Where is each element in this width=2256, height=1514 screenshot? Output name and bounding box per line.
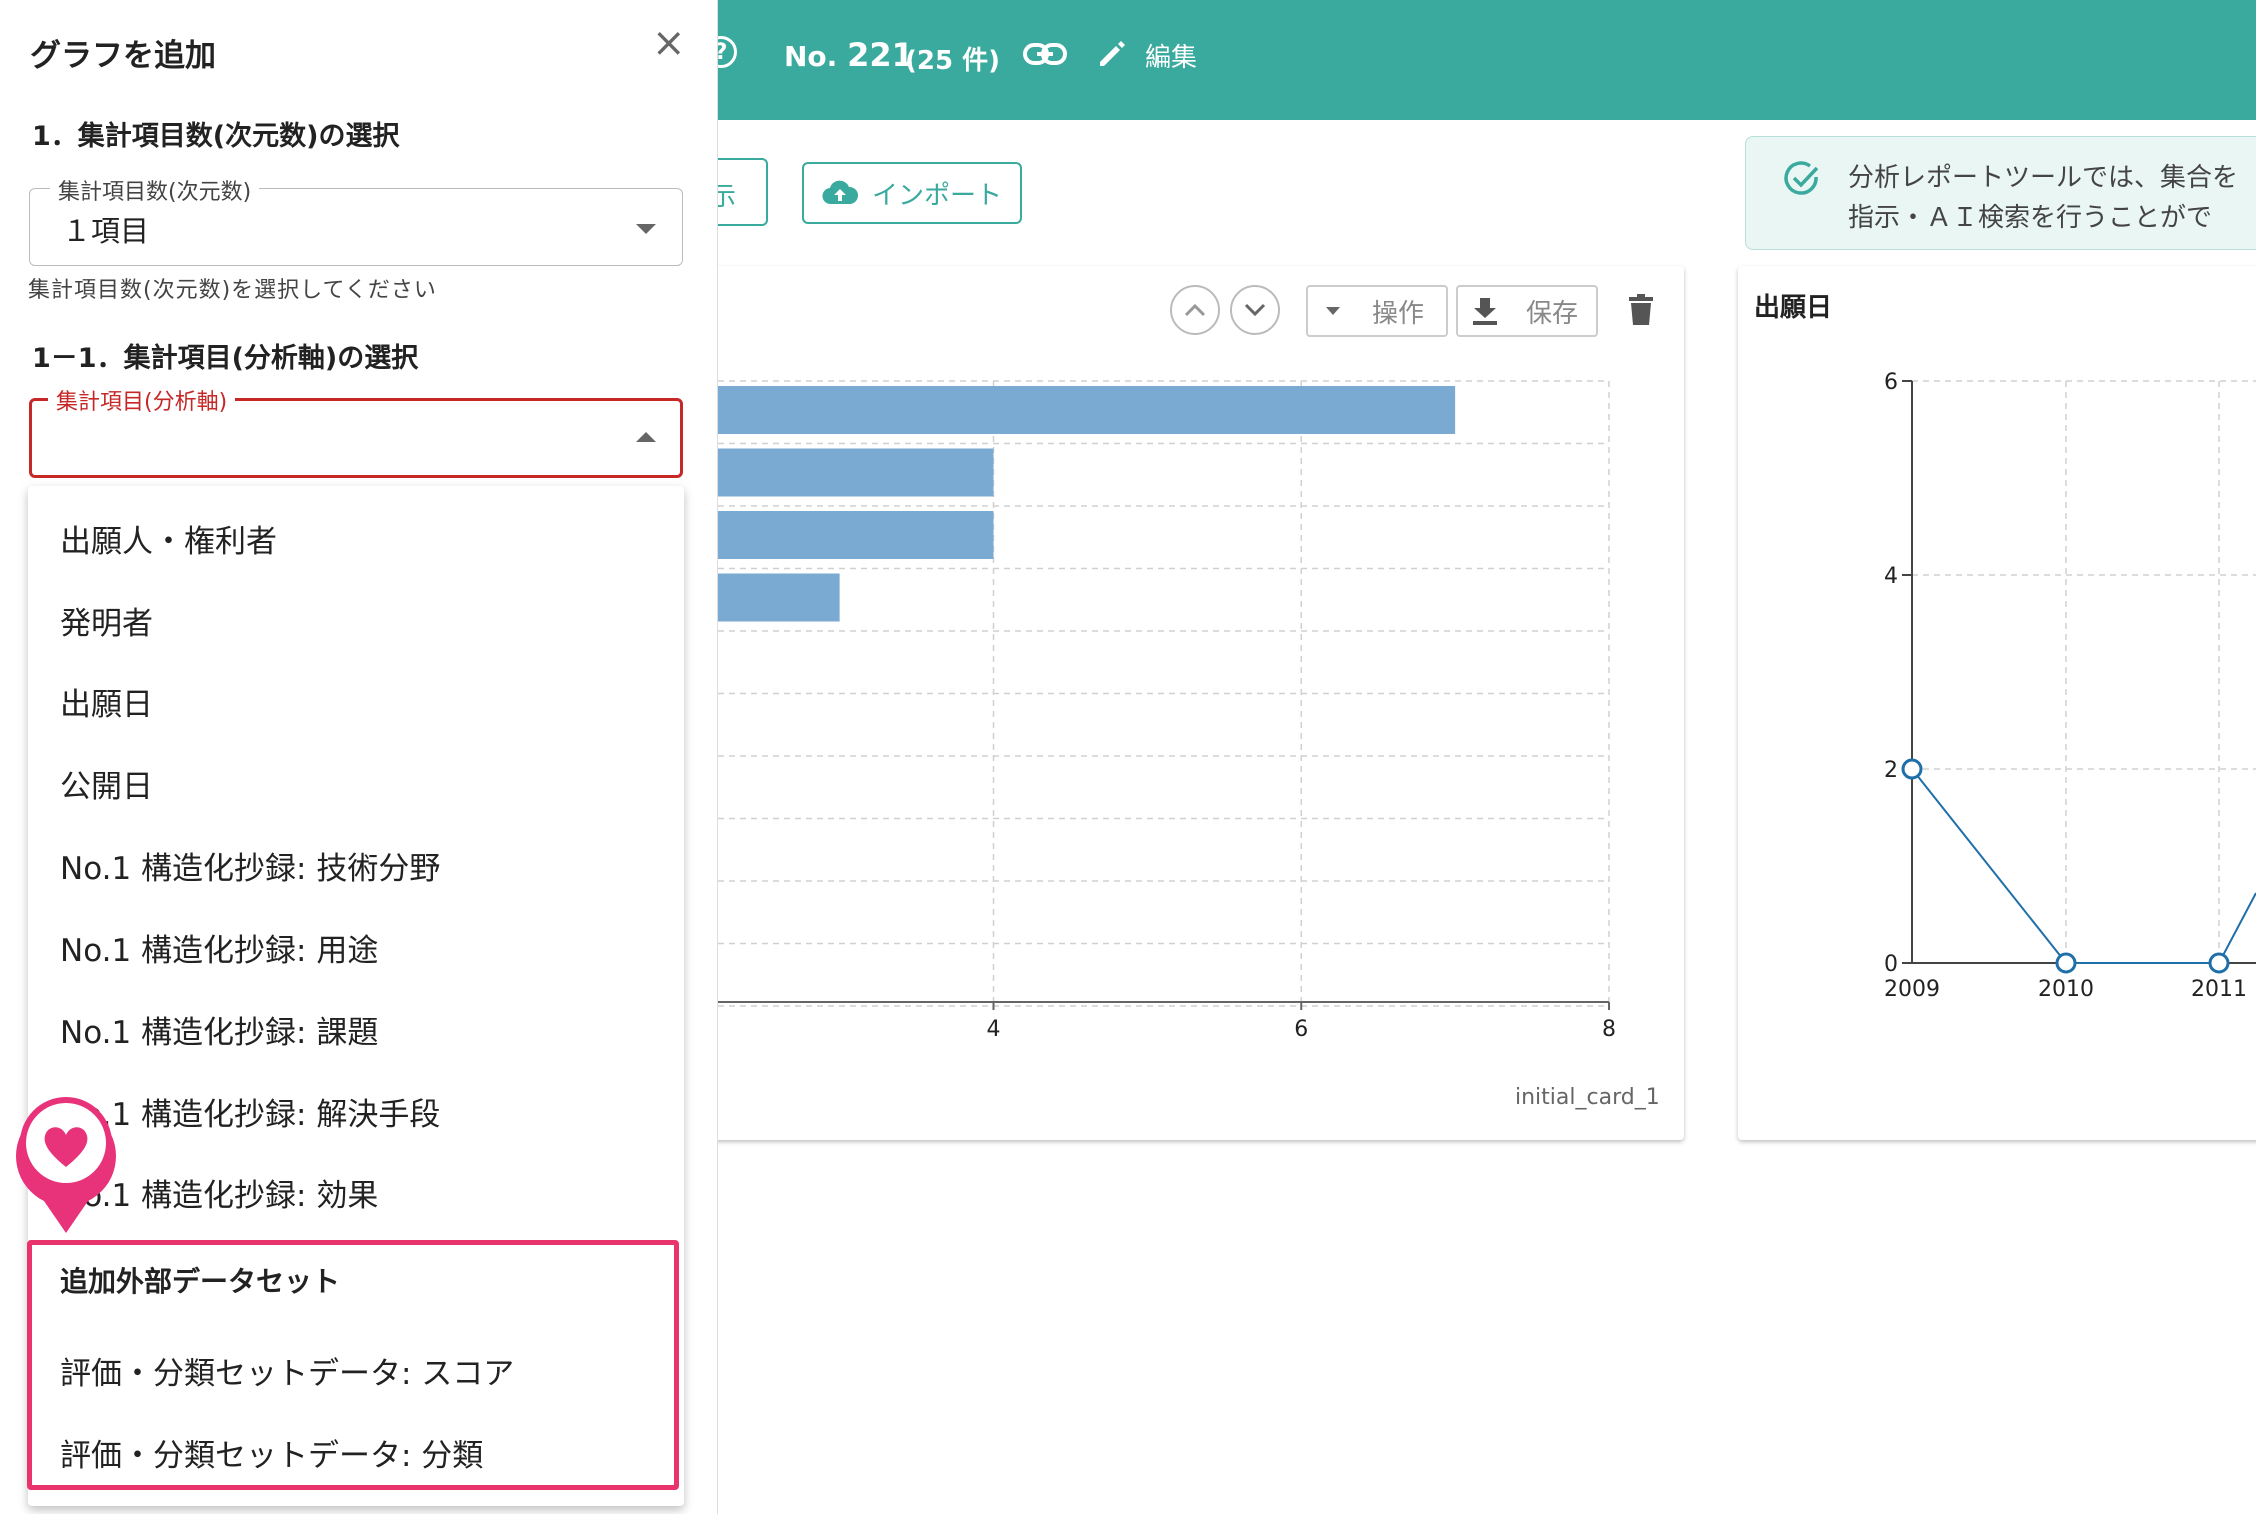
dropdown-item[interactable]: No.1 構造化抄録: 用途 <box>60 925 378 970</box>
dropdown-item[interactable]: 公開日 <box>60 761 153 806</box>
dropdown-item[interactable]: 発明者 <box>60 598 153 643</box>
y-tick-label: 4 <box>1884 564 1898 589</box>
y-tick-label: 0 <box>1884 952 1898 977</box>
dropdown-item[interactable]: No.1 構造化抄録: 技術分野 <box>60 843 440 888</box>
dimension-select-label: 集計項目数(次元数) <box>50 174 260 206</box>
data-point <box>1901 758 1923 780</box>
data-point <box>2055 952 2077 974</box>
dropdown-item[interactable]: 出願日 <box>60 679 153 724</box>
dialog-title: グラフを追加 <box>30 38 216 74</box>
dimension-helper-text: 集計項目数(次元数)を選択してください <box>28 278 437 303</box>
axis-select-label: 集計項目(分析軸) <box>48 384 236 416</box>
caret-up-icon <box>636 432 656 442</box>
data-point <box>2208 952 2230 974</box>
dropdown-item[interactable]: No.1 構造化抄録: 課題 <box>60 1007 378 1052</box>
dropdown-item[interactable]: 出願人・権利者 <box>60 516 277 561</box>
heart-badge-icon <box>15 1097 116 1233</box>
y-tick-label: 6 <box>1884 370 1898 395</box>
highlight-frame <box>27 1240 679 1490</box>
series-line <box>1911 768 2256 964</box>
dimension-select-value: １項目 <box>62 214 150 248</box>
x-tick-label: 2010 <box>2038 977 2094 1002</box>
section-dimension-heading: 1．集計項目数(次元数)の選択 <box>32 121 400 152</box>
close-icon[interactable]: × <box>652 20 686 66</box>
y-tick-label: 2 <box>1884 758 1898 783</box>
x-tick-label: 2009 <box>1884 977 1940 1002</box>
section-axis-heading: 1－1．集計項目(分析軸)の選択 <box>32 343 419 374</box>
x-tick-label: 2011 <box>2191 977 2247 1002</box>
caret-down-icon <box>636 224 656 234</box>
